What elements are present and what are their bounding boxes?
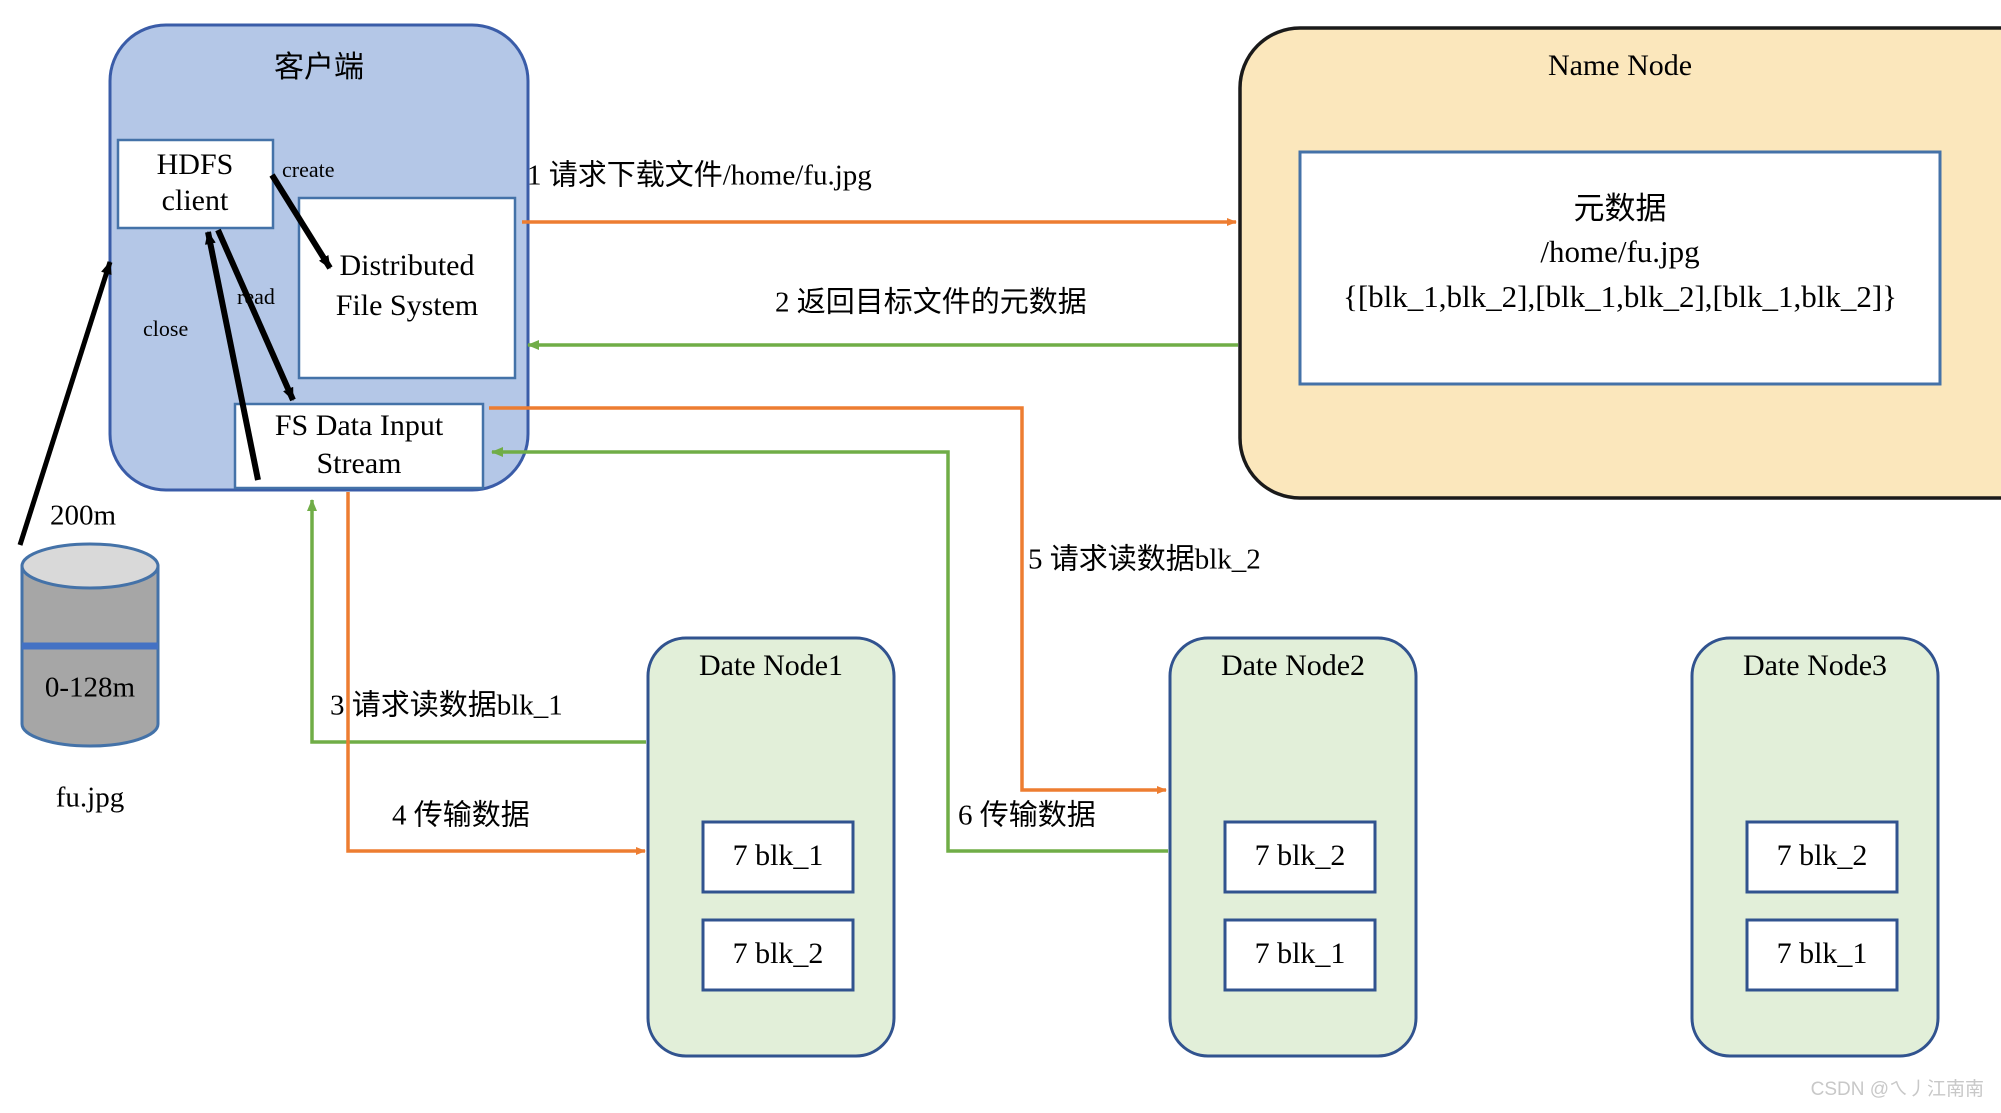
- data-node-3-block-0-label: 7 blk_2: [1777, 839, 1868, 872]
- distributed-file-system-box: Distributed File System: [297, 196, 517, 380]
- flow-arrow-1: 1 请求下载文件/home/fu.jpg: [522, 159, 1237, 226]
- metadata-line2: /home/fu.jpg: [1540, 234, 1699, 269]
- client-title: 客户端: [274, 51, 364, 84]
- flow-arrow-1-label: 1 请求下载文件/home/fu.jpg: [527, 159, 872, 192]
- flow-arrow-6-label: 6 传输数据: [958, 799, 1096, 832]
- flow-arrow-2-label: 2 返回目标文件的元数据: [775, 286, 1087, 319]
- dfs-label-line2: File System: [336, 289, 479, 322]
- data-node-1-block-1-label: 7 blk_2: [733, 937, 824, 970]
- flow-arrow-4: 4 传输数据: [346, 492, 646, 855]
- flow-arrow-5-label: 5 请求读数据blk_2: [1028, 543, 1261, 576]
- cylinder-top: [20, 542, 160, 590]
- flow-arrow-3-label: 3 请求读数据blk_1: [330, 689, 563, 722]
- data-node-1-title: Date Node1: [699, 649, 843, 682]
- disk-size-label: 200m: [50, 500, 117, 532]
- flow-arrow-4-label: 4 传输数据: [392, 799, 530, 832]
- close-label: close: [143, 316, 188, 341]
- read-label: read: [237, 284, 275, 309]
- flow-arrow-4-line: [346, 492, 646, 855]
- diagram-canvas: 客户端 HDFS client Distributed File System …: [0, 0, 2001, 1113]
- data-node-3-title: Date Node3: [1743, 649, 1887, 682]
- hdfs-client-box: HDFS client: [116, 138, 275, 230]
- hdfs-client-label-line1: HDFS: [157, 148, 234, 181]
- data-node-2-block-1-label: 7 blk_1: [1255, 937, 1346, 970]
- data-node-1-block-0-label: 7 blk_1: [733, 839, 824, 872]
- data-node-1: Date Node1 7 blk_1 7 blk_2: [646, 636, 896, 1058]
- metadata-line3: {[blk_1,blk_2],[blk_1,blk_2],[blk_1,blk_…: [1343, 279, 1897, 314]
- disk-block-label: 0-128m: [45, 672, 136, 704]
- fs-data-input-stream-box: FS Data Input Stream: [233, 402, 485, 490]
- flow-arrow-2: 2 返回目标文件的元数据: [527, 286, 1238, 350]
- data-node-2-block-0-label: 7 blk_2: [1255, 839, 1346, 872]
- cylinder-body: [20, 564, 160, 748]
- name-node-title: Name Node: [1548, 49, 1692, 82]
- data-node-2: Date Node2 7 blk_2 7 blk_1: [1168, 636, 1418, 1058]
- metadata-line1: 元数据: [1574, 191, 1667, 226]
- hdfs-client-label-line2: client: [162, 184, 229, 217]
- data-node-3-block-1-label: 7 blk_1: [1777, 937, 1868, 970]
- fs-input-label-line2: Stream: [317, 447, 402, 480]
- csdn-watermark: CSDN @ㄟ丿江南南: [1811, 1078, 1984, 1100]
- metadata-box: 元数据 /home/fu.jpg {[blk_1,blk_2],[blk_1,b…: [1298, 150, 1942, 386]
- flow-arrow-3: 3 请求读数据blk_1: [307, 499, 646, 744]
- source-file-cylinder: 200m 0-128m fu.jpg: [20, 500, 160, 814]
- data-node-3: Date Node3 7 blk_2 7 blk_1: [1690, 636, 1940, 1058]
- disk-file-label: fu.jpg: [56, 782, 124, 814]
- data-node-2-title: Date Node2: [1221, 649, 1365, 682]
- hdfs-read-flow-diagram: 客户端 HDFS client Distributed File System …: [17, 23, 2001, 1100]
- dfs-label-line1: Distributed: [340, 249, 475, 282]
- fs-input-label-line1: FS Data Input: [275, 409, 444, 442]
- create-label: create: [282, 157, 335, 182]
